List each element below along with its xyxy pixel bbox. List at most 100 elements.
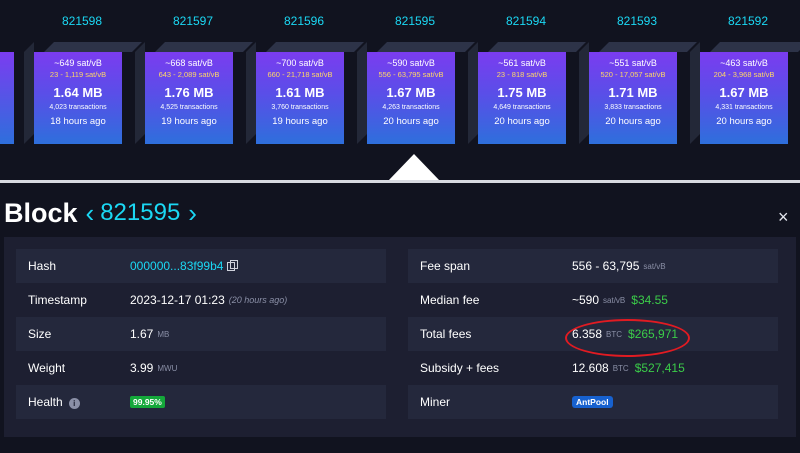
cube-face[interactable]: ~590 sat/vB 556 - 63,795 sat/vB 1.67 MB … bbox=[367, 52, 455, 144]
median-fee: ~700 sat/vB bbox=[276, 58, 324, 68]
block-size: 1.71 MB bbox=[608, 85, 658, 100]
block-card-selected[interactable]: 821595 ~590 sat/vB 556 - 63,795 sat/vB 1… bbox=[357, 0, 475, 150]
cube-side bbox=[246, 42, 256, 144]
table-row: Hash 000000...83f99b4 bbox=[16, 249, 386, 283]
block-height-label[interactable]: 821598 bbox=[26, 14, 138, 28]
block-cube[interactable]: ~463 sat/vB 204 - 3,968 sat/vB 1.67 MB 4… bbox=[690, 42, 800, 144]
block-height-label[interactable]: 821594 bbox=[470, 14, 582, 28]
partial-block[interactable] bbox=[0, 52, 14, 144]
total-fees-value: 6.358 bbox=[572, 327, 603, 341]
table-row: Miner AntPool bbox=[408, 385, 778, 419]
median-label: Median fee bbox=[420, 293, 480, 307]
block-card[interactable]: 821597 ~668 sat/vB 643 - 2,089 sat/vB 1.… bbox=[135, 0, 253, 150]
weight-value: 3.99 bbox=[130, 361, 154, 375]
selected-block-pointer bbox=[388, 154, 440, 181]
block-height-label[interactable]: 821596 bbox=[248, 14, 360, 28]
block-card[interactable]: 821593 ~551 sat/vB 520 - 17,057 sat/vB 1… bbox=[579, 0, 697, 150]
block-cube[interactable]: ~561 sat/vB 23 - 818 sat/vB 1.75 MB 4,64… bbox=[468, 42, 586, 144]
close-icon[interactable]: × bbox=[778, 207, 789, 228]
block-card[interactable]: 821596 ~700 sat/vB 660 - 21,718 sat/vB 1… bbox=[246, 0, 364, 150]
block-header: Block ‹ 821595 › bbox=[4, 196, 197, 230]
fee-range: 556 - 63,795 sat/vB bbox=[378, 70, 444, 79]
page-title: Block bbox=[4, 197, 78, 228]
median-fee: ~551 sat/vB bbox=[609, 58, 657, 68]
cube-face[interactable]: ~551 sat/vB 520 - 17,057 sat/vB 1.71 MB … bbox=[589, 52, 677, 144]
fee-range: 660 - 21,718 sat/vB bbox=[267, 70, 333, 79]
block-cube[interactable]: ~700 sat/vB 660 - 21,718 sat/vB 1.61 MB … bbox=[246, 42, 364, 144]
median-value: ~590 bbox=[572, 293, 600, 307]
cube-face[interactable]: ~561 sat/vB 23 - 818 sat/vB 1.75 MB 4,64… bbox=[478, 52, 566, 144]
fee-range: 520 - 17,057 sat/vB bbox=[600, 70, 666, 79]
tx-count: 4,649 transactions bbox=[493, 104, 551, 111]
health-label: Health i bbox=[16, 395, 130, 409]
cube-face[interactable]: ~700 sat/vB 660 - 21,718 sat/vB 1.61 MB … bbox=[256, 52, 344, 144]
block-card[interactable]: 821592 ~463 sat/vB 204 - 3,968 sat/vB 1.… bbox=[690, 0, 800, 150]
block-age: 20 hours ago bbox=[383, 116, 439, 127]
prev-block-chevron-icon[interactable]: ‹ bbox=[86, 200, 95, 226]
miner-badge[interactable]: AntPool bbox=[572, 396, 613, 408]
size-value: 1.67 bbox=[130, 327, 154, 341]
median-fee: ~561 sat/vB bbox=[498, 58, 546, 68]
fee-range: 643 - 2,089 sat/vB bbox=[158, 70, 220, 79]
table-row: Subsidy + fees 12.608 BTC $527,415 bbox=[408, 351, 778, 385]
next-block-chevron-icon[interactable]: › bbox=[188, 200, 197, 226]
cube-face[interactable]: ~668 sat/vB 643 - 2,089 sat/vB 1.76 MB 4… bbox=[145, 52, 233, 144]
tx-count: 4,023 transactions bbox=[49, 104, 107, 111]
subsidy-usd: $527,415 bbox=[634, 361, 685, 375]
tx-count: 4,331 transactions bbox=[715, 104, 773, 111]
table-row: Size 1.67 MB bbox=[16, 317, 386, 351]
table-row: Fee span 556 - 63,795 sat/vB bbox=[408, 249, 778, 283]
weight-unit: MWU bbox=[157, 363, 178, 373]
copy-icon[interactable] bbox=[227, 259, 239, 271]
block-card[interactable]: 821594 ~561 sat/vB 23 - 818 sat/vB 1.75 … bbox=[468, 0, 586, 150]
block-height-label[interactable]: 821593 bbox=[581, 14, 693, 28]
cube-side bbox=[357, 42, 367, 144]
fee-range: 23 - 1,119 sat/vB bbox=[49, 70, 107, 79]
subsidy-label: Subsidy + fees bbox=[420, 361, 500, 375]
cube-top bbox=[155, 42, 253, 52]
cube-top bbox=[377, 42, 475, 52]
block-age: 19 hours ago bbox=[272, 116, 328, 127]
tx-count: 3,833 transactions bbox=[604, 104, 662, 111]
median-fee: ~649 sat/vB bbox=[54, 58, 102, 68]
median-fee: ~590 sat/vB bbox=[387, 58, 435, 68]
table-row: Weight 3.99 MWU bbox=[16, 351, 386, 385]
block-size: 1.67 MB bbox=[386, 85, 436, 100]
block-details-panel: Hash 000000...83f99b4 Timestamp 2023-12-… bbox=[4, 237, 796, 437]
block-cube[interactable]: ~649 sat/vB 23 - 1,119 sat/vB 1.64 MB 4,… bbox=[24, 42, 142, 144]
block-age: 20 hours ago bbox=[494, 116, 550, 127]
median-fee: ~463 sat/vB bbox=[720, 58, 768, 68]
median-usd: $34.55 bbox=[631, 293, 668, 307]
details-table-left: Hash 000000...83f99b4 Timestamp 2023-12-… bbox=[16, 249, 386, 419]
cube-face[interactable]: ~649 sat/vB 23 - 1,119 sat/vB 1.64 MB 4,… bbox=[34, 52, 122, 144]
hash-label: Hash bbox=[28, 259, 57, 273]
info-icon[interactable]: i bbox=[68, 398, 80, 409]
hash-link[interactable]: 000000...83f99b4 bbox=[130, 259, 223, 273]
feespan-value: 556 - 63,795 bbox=[572, 259, 640, 273]
block-cube[interactable]: ~668 sat/vB 643 - 2,089 sat/vB 1.76 MB 4… bbox=[135, 42, 253, 144]
total-fees-usd: $265,971 bbox=[628, 327, 679, 341]
blockchain-strip: 821598 ~649 sat/vB 23 - 1,119 sat/vB 1.6… bbox=[0, 0, 800, 182]
block-cube[interactable]: ~590 sat/vB 556 - 63,795 sat/vB 1.67 MB … bbox=[357, 42, 475, 144]
tx-count: 3,760 transactions bbox=[271, 104, 329, 111]
block-height-label[interactable]: 821595 bbox=[359, 14, 471, 28]
block-cube[interactable]: ~551 sat/vB 520 - 17,057 sat/vB 1.71 MB … bbox=[579, 42, 697, 144]
block-height-label[interactable]: 821592 bbox=[692, 14, 800, 28]
health-label-text: Health bbox=[28, 395, 63, 409]
block-age: 20 hours ago bbox=[716, 116, 772, 127]
block-age: 18 hours ago bbox=[50, 116, 106, 127]
block-card[interactable]: 821598 ~649 sat/vB 23 - 1,119 sat/vB 1.6… bbox=[24, 0, 142, 150]
cube-top bbox=[44, 42, 142, 52]
block-number: 821595 bbox=[100, 199, 181, 226]
cube-face[interactable]: ~463 sat/vB 204 - 3,968 sat/vB 1.67 MB 4… bbox=[700, 52, 788, 144]
cube-top bbox=[266, 42, 364, 52]
fee-range: 23 - 818 sat/vB bbox=[496, 70, 548, 79]
tx-count: 4,525 transactions bbox=[160, 104, 218, 111]
cube-side bbox=[135, 42, 145, 144]
miner-label: Miner bbox=[420, 395, 451, 409]
block-size: 1.61 MB bbox=[275, 85, 325, 100]
block-height-label[interactable]: 821597 bbox=[137, 14, 249, 28]
cube-side bbox=[579, 42, 589, 144]
cube-side bbox=[690, 42, 700, 144]
block-size: 1.76 MB bbox=[164, 85, 214, 100]
